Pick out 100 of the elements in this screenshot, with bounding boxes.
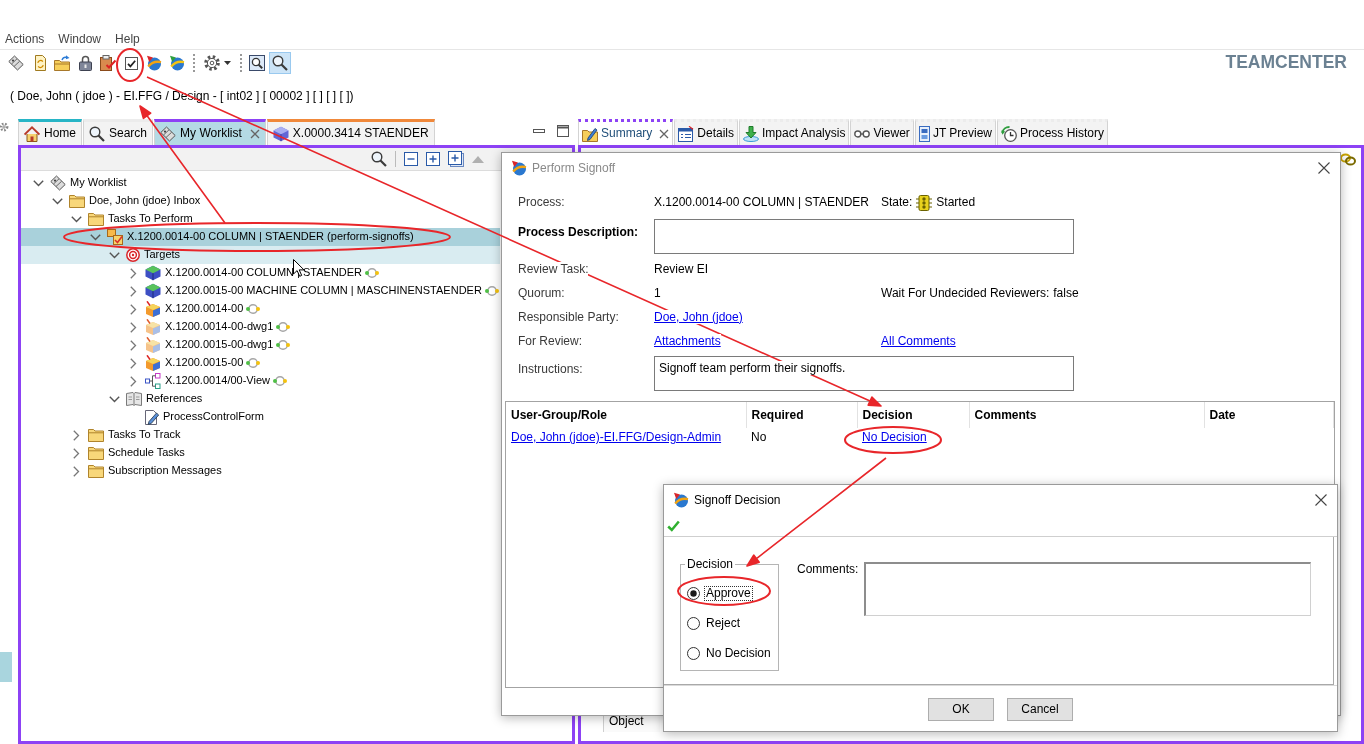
tree-item[interactable]: Subscription Messages bbox=[21, 462, 222, 480]
history-icon bbox=[1001, 125, 1017, 142]
chevron-down-icon[interactable] bbox=[70, 215, 82, 223]
table-cell: No bbox=[746, 428, 857, 447]
home-icon bbox=[24, 125, 40, 142]
chevron-down-icon[interactable] bbox=[89, 233, 101, 241]
target-icon bbox=[126, 248, 140, 262]
chevron-right-icon[interactable] bbox=[129, 375, 137, 387]
chevron-right-icon[interactable] bbox=[72, 429, 80, 441]
chevron-right-icon[interactable] bbox=[129, 267, 137, 279]
tree-item[interactable]: X.1200.0014/00-View bbox=[21, 372, 287, 390]
close-icon[interactable] bbox=[1318, 162, 1330, 174]
chevron-right-icon[interactable] bbox=[129, 321, 137, 333]
tree-item[interactable]: X.1200.0014-00 COLUMN | STAENDER (perform-signoffs) bbox=[21, 228, 500, 246]
tree-item[interactable]: References bbox=[21, 390, 203, 408]
chevron-down-icon[interactable] bbox=[32, 179, 44, 187]
status-ring-icon bbox=[273, 375, 287, 387]
radio-label[interactable]: No Decision bbox=[704, 645, 773, 661]
tab[interactable]: Viewer bbox=[850, 119, 914, 145]
radio-button[interactable] bbox=[687, 646, 700, 660]
link[interactable]: All Comments bbox=[881, 333, 956, 349]
tree-item[interactable]: Tasks To Perform bbox=[21, 210, 193, 228]
radio-label[interactable]: Reject bbox=[704, 615, 742, 631]
status-ring-icon bbox=[246, 357, 261, 369]
text-area[interactable]: Signoff team perform their signoffs. bbox=[654, 356, 1074, 391]
settings-icon bbox=[203, 55, 220, 71]
chevron-down-icon[interactable] bbox=[108, 395, 120, 403]
plus-box-icon[interactable] bbox=[448, 151, 464, 167]
tags-icon bbox=[160, 125, 177, 142]
sphere-icon bbox=[146, 55, 162, 71]
chevron-right-icon[interactable] bbox=[72, 447, 80, 459]
tree-item[interactable]: Tasks To Track bbox=[21, 426, 181, 444]
tree-item[interactable]: Targets bbox=[21, 246, 500, 264]
tab[interactable]: Home bbox=[18, 119, 82, 145]
link[interactable]: Doe, John (jdoe) bbox=[654, 309, 743, 324]
maximize-icon[interactable] bbox=[557, 125, 569, 137]
close-icon[interactable] bbox=[1315, 494, 1327, 506]
tab[interactable]: Process History bbox=[997, 119, 1109, 145]
tab[interactable]: Summary bbox=[578, 119, 674, 145]
tab[interactable]: JT Preview bbox=[914, 119, 996, 145]
tree-item[interactable]: ProcessControlForm bbox=[21, 408, 264, 426]
folder-icon bbox=[88, 428, 104, 442]
annotation-ellipse bbox=[116, 48, 144, 82]
menu-item[interactable]: Window bbox=[58, 31, 102, 47]
column-header: Date bbox=[1204, 402, 1334, 428]
radio-button[interactable] bbox=[687, 586, 700, 600]
column-header: Required bbox=[746, 402, 857, 428]
field-label: Instructions: bbox=[518, 362, 583, 376]
tab[interactable]: Search bbox=[83, 119, 154, 145]
radio-button[interactable] bbox=[687, 616, 700, 630]
form-icon bbox=[145, 409, 159, 425]
close-icon[interactable] bbox=[659, 128, 670, 139]
status-ring-icon bbox=[365, 267, 380, 279]
search-icon[interactable] bbox=[371, 151, 387, 167]
tab[interactable]: My Worklist bbox=[154, 119, 266, 145]
plus-box-icon[interactable] bbox=[426, 152, 440, 166]
chain-icon[interactable] bbox=[1340, 152, 1356, 166]
tree-item[interactable]: X.1200.0015-00-dwg1 bbox=[21, 336, 291, 354]
tree-item[interactable]: X.1200.0014-00 bbox=[21, 300, 261, 318]
field-label: Quorum: bbox=[518, 285, 565, 300]
minus-box-icon[interactable] bbox=[404, 152, 418, 166]
toolbar-button[interactable] bbox=[269, 52, 291, 74]
glasses-icon bbox=[854, 128, 871, 139]
dialog-title: Signoff Decision bbox=[694, 492, 781, 508]
settings-icon[interactable] bbox=[0, 122, 9, 132]
traffic-light-icon bbox=[916, 194, 933, 211]
tab[interactable]: Impact Analysis bbox=[739, 119, 850, 145]
chevron-right-icon[interactable] bbox=[129, 339, 137, 351]
chevron-right-icon[interactable] bbox=[129, 285, 137, 297]
link[interactable]: Attachments bbox=[654, 333, 721, 348]
link[interactable]: No Decision bbox=[862, 430, 927, 444]
link[interactable]: Doe, John (jdoe)-EI.FFG/Design-Admin bbox=[511, 430, 722, 444]
comments-field[interactable] bbox=[864, 562, 1312, 616]
chevron-right-icon[interactable] bbox=[129, 303, 137, 315]
tab[interactable]: X.0000.3414 STAENDER bbox=[266, 119, 435, 145]
toolbar-button[interactable] bbox=[246, 52, 268, 74]
dialog-button[interactable]: OK bbox=[928, 698, 994, 721]
dialog-button[interactable]: Cancel bbox=[1007, 698, 1073, 721]
chevron-down-icon[interactable] bbox=[108, 251, 120, 259]
field-label: For Review: bbox=[518, 333, 582, 348]
search-icon bbox=[272, 55, 288, 71]
checkmark-icon bbox=[667, 519, 680, 532]
chevron-right-icon[interactable] bbox=[72, 465, 80, 477]
toolbar-button[interactable] bbox=[97, 52, 119, 74]
minimize-icon[interactable] bbox=[533, 129, 545, 133]
chevron-down-icon[interactable] bbox=[51, 197, 63, 205]
folder-icon bbox=[54, 55, 70, 71]
tree-item[interactable]: My Worklist bbox=[21, 174, 127, 192]
tree-item[interactable]: X.1200.0015-00 MACHINE COLUMN | MASCHINENSTAENDER bbox=[21, 282, 499, 300]
text-area[interactable] bbox=[654, 219, 1074, 254]
tree-item[interactable]: X.1200.0015-00 bbox=[21, 354, 261, 372]
menu-item[interactable]: Actions bbox=[5, 31, 45, 47]
tree-item[interactable]: Doe, John (jdoe) Inbox bbox=[21, 192, 201, 210]
menu-item[interactable]: Help bbox=[115, 31, 140, 47]
chevron-right-icon[interactable] bbox=[129, 357, 137, 369]
structure-icon bbox=[145, 373, 161, 389]
tree-item[interactable]: Schedule Tasks bbox=[21, 444, 185, 462]
tab[interactable]: Details bbox=[674, 119, 739, 145]
tree-item[interactable]: X.1200.0014-00-dwg1 bbox=[21, 318, 291, 336]
radio-label[interactable]: Approve bbox=[704, 585, 753, 601]
